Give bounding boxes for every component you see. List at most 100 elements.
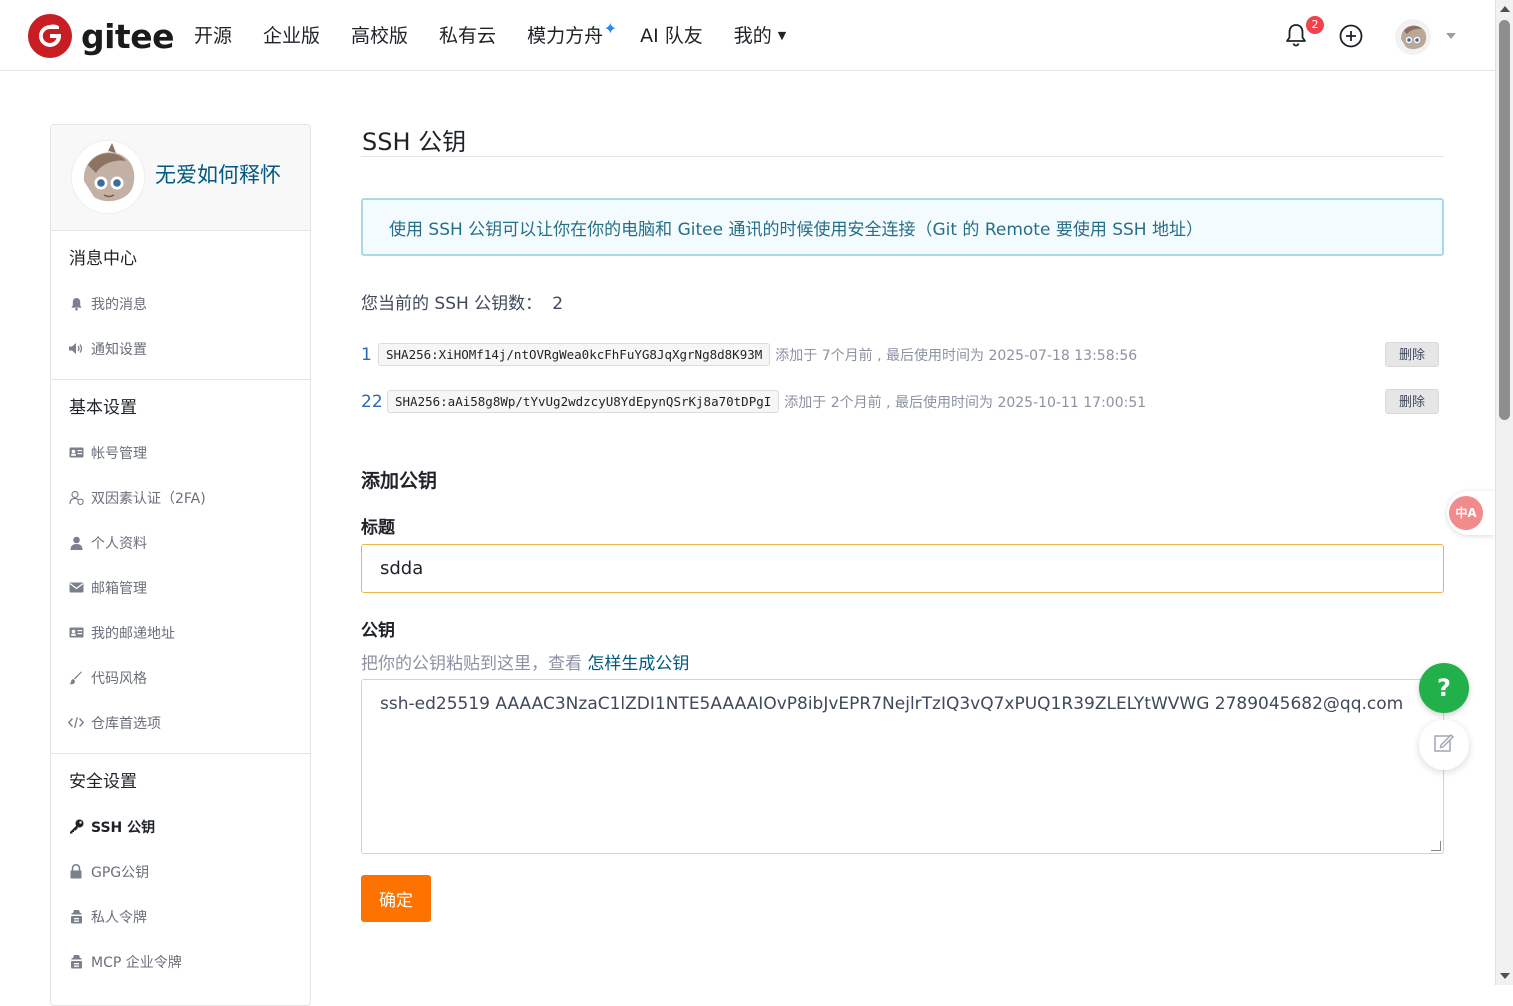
ssh-key-count-label: 您当前的 SSH 公钥数： xyxy=(361,294,543,314)
translate-icon: 中A xyxy=(1449,496,1483,530)
sidebar-item-account[interactable]: 帐号管理 xyxy=(51,430,310,475)
sidebar-item-notify-settings[interactable]: 通知设置 xyxy=(51,326,310,371)
gitee-logo-text: gitee xyxy=(81,16,174,56)
nav-open-source[interactable]: 开源 xyxy=(194,22,232,50)
public-key-textarea[interactable]: ssh-ed25519 AAAAC3NzaC1lZDI1NTE5AAAAIOvP… xyxy=(361,679,1444,854)
sidebar-item-repo-prefs[interactable]: 仓库首选项 xyxy=(51,700,310,745)
delete-key-button[interactable]: 删除 xyxy=(1385,389,1439,414)
sparkle-icon: ✦ xyxy=(603,19,618,38)
bell-icon xyxy=(68,296,84,312)
sidebar-group-title: 基本设置 xyxy=(69,398,137,418)
title-field-label: 标题 xyxy=(361,518,395,538)
help-button[interactable]: ? xyxy=(1419,663,1469,713)
add-key-section-title: 添加公钥 xyxy=(361,470,438,492)
ssh-info-message: 使用 SSH 公钥可以让你在你的电脑和 Gitee 通讯的时候使用安全连接（Gi… xyxy=(361,198,1444,256)
sidebar-item-label: 仓库首选项 xyxy=(91,715,161,732)
sidebar-user-card: 无爱如何释怀 xyxy=(51,125,310,231)
public-key-value: ssh-ed25519 AAAAC3NzaC1lZDI1NTE5AAAAIOvP… xyxy=(380,694,1404,714)
key-title-input[interactable]: sdda xyxy=(361,544,1444,593)
nav-mine-label: 我的 xyxy=(733,25,772,47)
sidebar-item-label: 个人资料 xyxy=(91,535,147,552)
sidebar-item-label: 通知设置 xyxy=(91,341,147,358)
sidebar-item-label: SSH 公钥 xyxy=(91,819,156,836)
ssh-key-count-value: 2 xyxy=(552,294,564,314)
sidebar-group-messages: 消息中心 我的消息 通知设置 xyxy=(51,231,310,380)
caret-down-icon: ▼ xyxy=(777,29,787,42)
feedback-button[interactable] xyxy=(1419,720,1469,770)
sidebar-item-address[interactable]: 我的邮递地址 xyxy=(51,610,310,655)
public-key-field-label: 公钥 xyxy=(361,621,395,641)
ssh-key-list: 1 SHA256:XiHOMf14j/ntOVRgWea0kcFhFuYG8Jq… xyxy=(361,331,1444,425)
ssh-key-fingerprint: SHA256:aAi58g8Wp/tYvUg2wdzcyU8YdEpynQSrK… xyxy=(387,390,780,413)
sidebar-avatar[interactable] xyxy=(71,140,145,214)
how-to-generate-key-link[interactable]: 怎样生成公钥 xyxy=(587,654,689,674)
user-shield-icon xyxy=(68,490,84,506)
sidebar-item-my-messages[interactable]: 我的消息 xyxy=(51,281,310,326)
brush-icon xyxy=(68,670,84,686)
sidebar-username[interactable]: 无爱如何释怀 xyxy=(155,159,281,189)
user-avatar[interactable] xyxy=(1395,19,1431,55)
sidebar-group-title: 消息中心 xyxy=(69,249,137,269)
scroll-up-arrow-icon[interactable] xyxy=(1500,6,1510,12)
public-key-hint-text: 把你的公钥粘贴到这里，查看 xyxy=(361,654,588,674)
ssh-key-fingerprint: SHA256:XiHOMf14j/ntOVRgWea0kcFhFuYG8JqXg… xyxy=(378,343,771,366)
settings-sidebar: 无爱如何释怀 消息中心 我的消息 通知设置 基本设置 帐号管理 双因素认证（2F… xyxy=(50,124,311,1006)
user-icon xyxy=(68,535,84,551)
nav-enterprise[interactable]: 企业版 xyxy=(263,22,320,50)
sidebar-item-private-tokens[interactable]: 私人令牌 xyxy=(51,894,310,939)
page-scrollbar[interactable] xyxy=(1495,0,1513,985)
sidebar-item-label: 我的邮递地址 xyxy=(91,625,175,642)
lock-icon xyxy=(68,864,84,880)
sidebar-item-gpg-keys[interactable]: GPG公钥 xyxy=(51,849,310,894)
nav-ai-teammate[interactable]: AI 队友 xyxy=(640,22,703,50)
scrollbar-thumb[interactable] xyxy=(1499,20,1510,420)
sidebar-group-basic: 基本设置 帐号管理 双因素认证（2FA) 个人资料 邮箱管理 我的邮递地址 代码… xyxy=(51,380,310,754)
ssh-key-row: 1 SHA256:XiHOMf14j/ntOVRgWea0kcFhFuYG8Jq… xyxy=(361,331,1444,378)
sidebar-item-email[interactable]: 邮箱管理 xyxy=(51,565,310,610)
main-nav: 开源 企业版 高校版 私有云 模力方舟 ✦ AI 队友 我的 ▼ xyxy=(194,19,817,50)
sidebar-group-security: 安全设置 SSH 公钥 GPG公钥 私人令牌 MCP 企业令牌 xyxy=(51,754,310,992)
sidebar-item-profile[interactable]: 个人资料 xyxy=(51,520,310,565)
nav-private-cloud[interactable]: 私有云 xyxy=(439,22,496,50)
sidebar-item-label: 双因素认证（2FA) xyxy=(91,490,206,507)
address-card-icon xyxy=(68,625,84,641)
envelope-icon xyxy=(68,580,84,596)
confirm-button[interactable]: 确定 xyxy=(361,875,431,922)
top-navbar: gitee 开源 企业版 高校版 私有云 模力方舟 ✦ AI 队友 我的 ▼ 2 xyxy=(0,0,1495,71)
notification-badge: 2 xyxy=(1305,15,1325,35)
id-card-icon xyxy=(68,445,84,461)
sidebar-item-2fa[interactable]: 双因素认证（2FA) xyxy=(51,475,310,520)
translate-button[interactable]: 中A xyxy=(1447,491,1495,535)
plus-circle-icon[interactable] xyxy=(1339,24,1363,48)
sidebar-item-label: MCP 企业令牌 xyxy=(91,954,182,971)
ssh-key-index: 22 xyxy=(361,391,383,412)
key-title-value: sdda xyxy=(380,558,424,579)
sidebar-item-code-style[interactable]: 代码风格 xyxy=(51,655,310,700)
sidebar-item-label: GPG公钥 xyxy=(91,864,150,881)
sidebar-item-label: 邮箱管理 xyxy=(91,580,147,597)
sidebar-item-label: 我的消息 xyxy=(91,296,147,313)
sidebar-item-ssh-keys[interactable]: SSH 公钥 xyxy=(51,804,310,849)
ssh-key-row: 22 SHA256:aAi58g8Wp/tYvUg2wdzcyU8YdEpynQ… xyxy=(361,378,1444,425)
nav-moli-fangzhou-label: 模力方舟 xyxy=(527,25,604,47)
sidebar-item-mcp-tokens[interactable]: MCP 企业令牌 xyxy=(51,939,310,984)
gitee-logo-icon xyxy=(28,14,72,58)
gitee-logo[interactable]: gitee xyxy=(28,14,174,58)
chevron-down-icon[interactable] xyxy=(1446,33,1456,39)
sidebar-item-label: 帐号管理 xyxy=(91,445,147,462)
ssh-key-count: 您当前的 SSH 公钥数： 2 xyxy=(361,289,1444,314)
nav-education[interactable]: 高校版 xyxy=(351,22,408,50)
edit-icon xyxy=(1433,732,1455,758)
sidebar-group-title: 安全设置 xyxy=(69,772,137,792)
public-key-hint: 把你的公钥粘贴到这里，查看 怎样生成公钥 xyxy=(361,649,1444,674)
resize-handle-icon[interactable] xyxy=(1431,841,1441,851)
scroll-down-arrow-icon[interactable] xyxy=(1500,973,1510,979)
code-icon xyxy=(68,715,84,731)
ssh-info-text: 使用 SSH 公钥可以让你在你的电脑和 Gitee 通讯的时候使用安全连接（Gi… xyxy=(389,219,1203,240)
speaker-icon xyxy=(68,341,84,357)
sidebar-item-label: 私人令牌 xyxy=(91,909,147,926)
nav-moli-fangzhou[interactable]: 模力方舟 ✦ xyxy=(527,19,617,50)
ssh-key-index: 1 xyxy=(361,344,372,365)
delete-key-button[interactable]: 删除 xyxy=(1385,342,1439,367)
nav-mine[interactable]: 我的 ▼ xyxy=(734,22,786,50)
